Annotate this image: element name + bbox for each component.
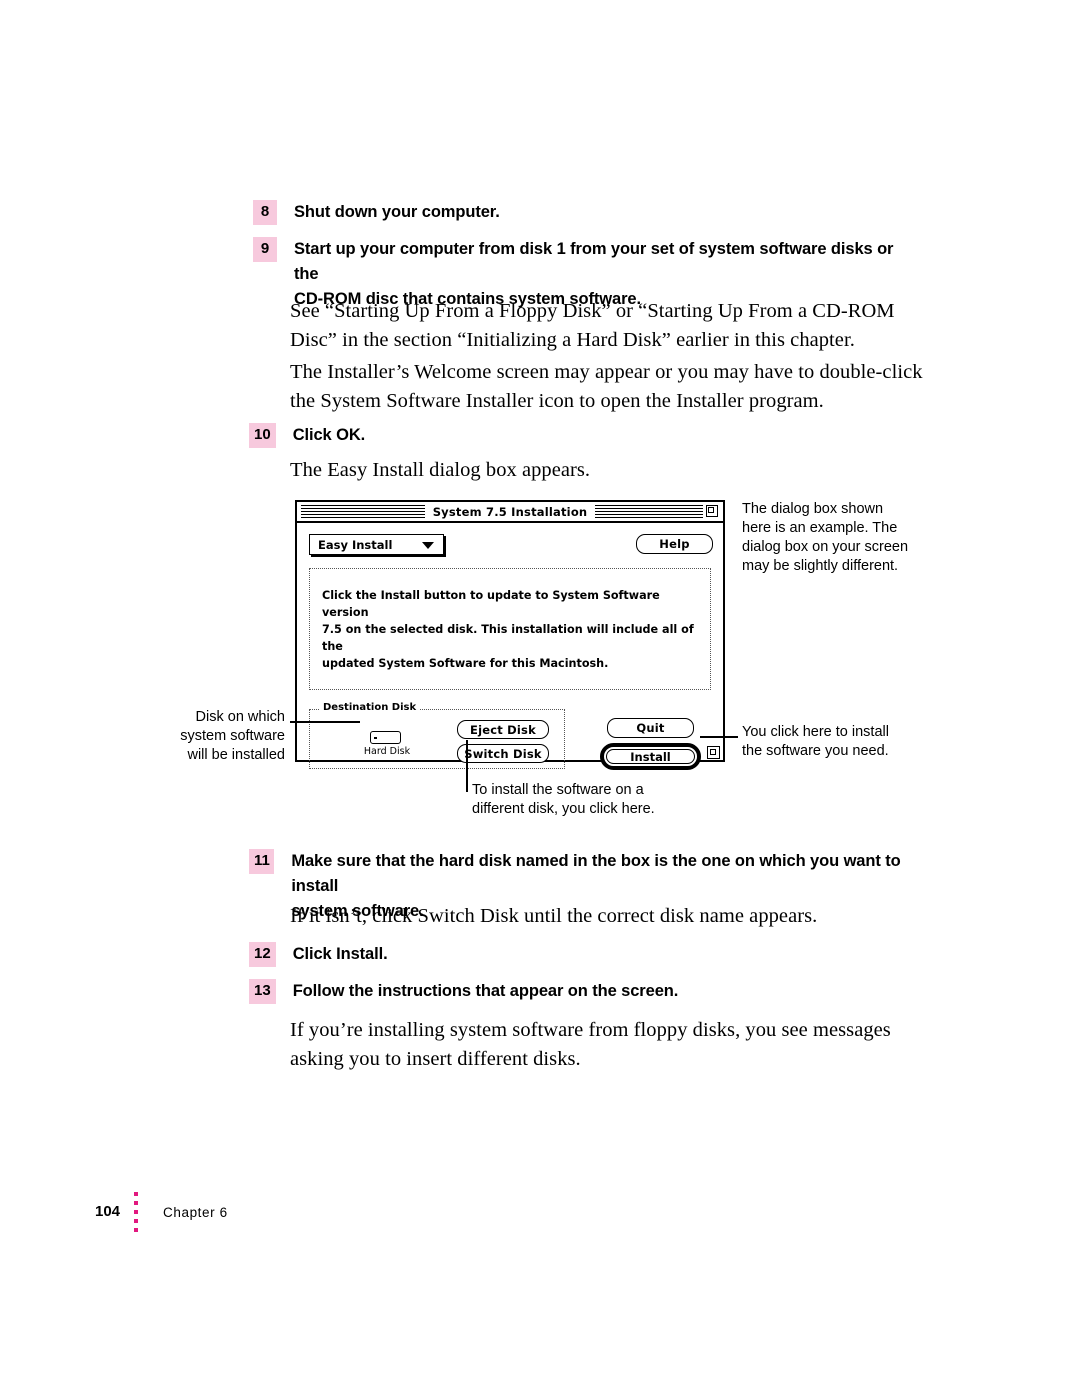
step-text: Click Install.	[292, 945, 388, 963]
paragraph-easy-install-appears: The Easy Install dialog box appears.	[290, 459, 591, 481]
step-text: Follow the instructions that appear on t…	[292, 982, 679, 1000]
step-text: Click OK.	[292, 426, 366, 444]
install-button-default-ring: Install	[600, 743, 701, 770]
dialog-body: Easy Install Help Click the Install butt…	[297, 523, 723, 770]
paragraph-switch-disk-hint: If it isn’t, click Switch Disk until the…	[290, 905, 818, 927]
chevron-down-icon	[422, 542, 434, 549]
leader-line-switch-disk-vertical	[466, 740, 468, 792]
callout-switch-disk: To install the software on a different d…	[472, 782, 655, 817]
step-8: 8 Shut down your computer.	[253, 200, 903, 225]
step-text: Shut down your computer.	[294, 203, 500, 221]
install-mode-popup-menu[interactable]: Easy Install	[309, 534, 444, 555]
paragraph-starting-up-reference: See “Starting Up From a Floppy Disk” or …	[290, 300, 895, 351]
grow-box-icon[interactable]	[707, 746, 720, 759]
zoom-box-icon[interactable]	[706, 505, 718, 517]
system-installation-dialog: System 7.5 Installation Easy Install Hel…	[295, 500, 725, 770]
dialog-title-bar: System 7.5 Installation	[297, 502, 723, 523]
title-stripes-left-icon	[301, 505, 431, 518]
switch-disk-button[interactable]: Switch Disk	[457, 744, 549, 763]
paragraph-installer-welcome: The Installer’s Welcome screen may appea…	[290, 361, 923, 412]
footer-dotted-divider	[134, 1192, 138, 1236]
install-button[interactable]: Install	[606, 749, 695, 764]
leader-line-destination-disk	[290, 721, 360, 723]
hard-disk-name: Hard Disk	[363, 746, 411, 757]
installer-message-text: Click the Install button to update to Sy…	[322, 589, 694, 670]
paragraph-floppy-disk-messages: If you’re installing system software fro…	[290, 1019, 891, 1070]
title-stripes-right-icon	[589, 505, 703, 518]
callout-destination-disk: Disk on which system software will be in…	[180, 709, 285, 763]
hard-disk-icon	[370, 731, 401, 744]
eject-disk-button[interactable]: Eject Disk	[457, 720, 549, 739]
step-number-badge: 13	[249, 979, 276, 1004]
page-canvas: 8 Shut down your computer. 9 Start up yo…	[0, 0, 1080, 1397]
chapter-label: Chapter 6	[163, 1205, 228, 1220]
page-number: 104	[95, 1203, 121, 1220]
step-10: 10 Click OK.	[249, 423, 899, 448]
popup-menu-label: Easy Install	[318, 537, 393, 552]
help-button[interactable]: Help	[636, 534, 713, 554]
step-number-badge: 12	[249, 942, 276, 967]
step-12: 12 Click Install.	[249, 942, 899, 967]
leader-line-install	[700, 736, 738, 738]
dialog-title: System 7.5 Installation	[424, 504, 596, 519]
destination-disk-label: Destination Disk	[320, 702, 420, 713]
installer-message-box: Click the Install button to update to Sy…	[309, 568, 711, 690]
callout-dialog-example: The dialog box shown here is an example.…	[742, 501, 909, 574]
quit-button[interactable]: Quit	[607, 718, 694, 738]
step-number-badge: 10	[249, 423, 276, 448]
step-13: 13 Follow the instructions that appear o…	[249, 979, 899, 1004]
step-number-badge: 11	[249, 849, 275, 874]
step-number-badge: 8	[253, 200, 277, 225]
callout-install-here: You click here to install the software y…	[742, 724, 889, 759]
step-number-badge: 9	[253, 237, 277, 262]
